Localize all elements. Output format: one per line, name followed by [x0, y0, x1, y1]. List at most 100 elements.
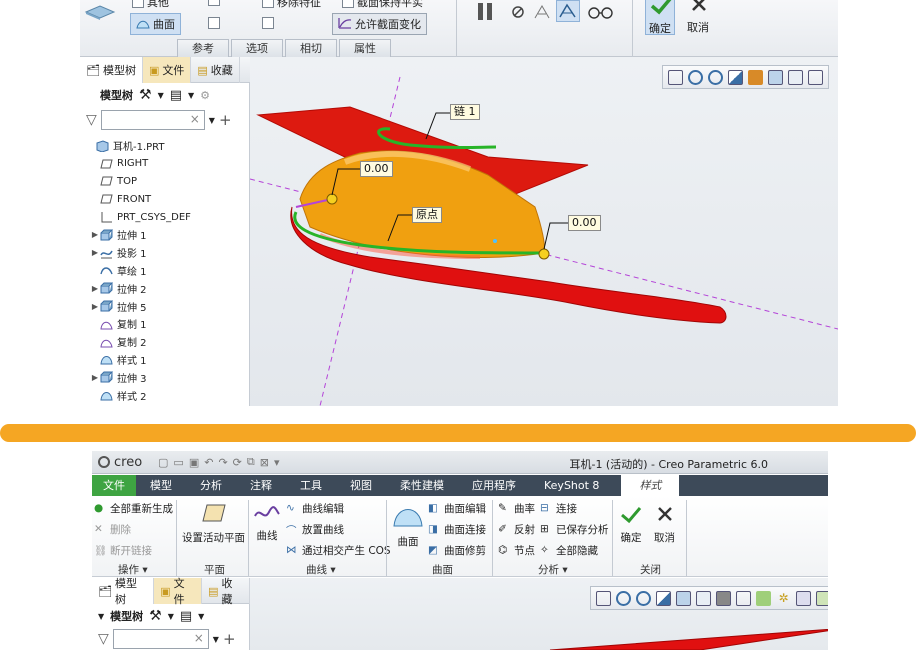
tree-item[interactable]: 耳机-1.PRT	[80, 137, 250, 155]
tree-item[interactable]: 复制 2	[80, 333, 250, 351]
chevron-down-icon[interactable]: ▼	[98, 612, 104, 621]
expand-arrow-icon[interactable]: ▶	[90, 284, 100, 293]
tab-tools[interactable]: 工具	[286, 475, 336, 496]
tree-item[interactable]: ▶ 拉伸 1	[80, 226, 250, 244]
tab-favorites[interactable]: ▤ 收藏	[191, 57, 240, 83]
no-preview-icon[interactable]	[510, 4, 526, 20]
curve-button[interactable]: 曲线	[254, 506, 280, 543]
add-icon[interactable]: +	[223, 630, 236, 648]
expand-arrow-icon[interactable]: ▶	[90, 248, 100, 257]
filter-icon[interactable]: ▽	[98, 631, 109, 647]
tree-item[interactable]: 复制 1	[80, 315, 250, 333]
keep-section-flat-option[interactable]: 截面保持平实	[342, 0, 423, 10]
tree-item[interactable]: 样式 2	[80, 386, 250, 404]
filter-icon[interactable]: ▽	[86, 112, 97, 128]
origin-label[interactable]: 原点	[412, 207, 442, 223]
regenerate-icon[interactable]: ⟳	[233, 456, 242, 469]
chain-label[interactable]: 链 1	[450, 104, 480, 120]
ok-button[interactable]: 确定	[645, 0, 675, 35]
open-icon[interactable]: ▭	[173, 456, 183, 469]
option-checkbox-1[interactable]	[208, 0, 220, 6]
chevron-down-icon[interactable]: ▼	[213, 635, 219, 644]
redo-icon[interactable]: ↷	[218, 456, 227, 469]
cancel-button-bottom[interactable]: 取消	[654, 506, 675, 545]
chevron-down-icon[interactable]: ▼	[209, 116, 215, 125]
tree-item[interactable]: 草绘 1	[80, 262, 250, 280]
tree-settings-icon[interactable]: ⚒	[139, 87, 152, 103]
tab-files[interactable]: ▣ 文件	[142, 57, 192, 83]
tab-model-tree[interactable]: 🗂︎ 模型树	[92, 577, 155, 606]
hide-all-button[interactable]: ✧ 全部隐藏	[540, 543, 598, 558]
tree-settings-icon[interactable]: ⚒	[149, 608, 162, 624]
anchor-point-2[interactable]	[538, 248, 550, 260]
node-button[interactable]: ⌬ 节点	[498, 543, 535, 558]
surface-button[interactable]: 曲面	[130, 13, 181, 35]
tab-view[interactable]: 视图	[336, 475, 386, 496]
surface-create-button[interactable]: 曲面	[392, 502, 424, 549]
tab-tangency[interactable]: 相切	[285, 39, 337, 57]
tab-keyshot[interactable]: KeyShot 8	[530, 475, 613, 496]
customize-icon[interactable]: ▾	[274, 456, 280, 469]
curve-edit-button[interactable]: ∿ 曲线编辑	[286, 501, 344, 516]
glasses-icon[interactable]	[588, 4, 614, 20]
cancel-button[interactable]: 取消	[684, 0, 714, 35]
new-icon[interactable]: ▢	[158, 456, 168, 469]
tree-item[interactable]: TOP	[80, 173, 250, 191]
save-icon[interactable]: ▣	[189, 456, 199, 469]
close-window-icon[interactable]: ⊠	[260, 456, 269, 469]
pause-icon[interactable]	[476, 2, 496, 22]
tab-references[interactable]: 参考	[177, 39, 229, 57]
surface-trim-button[interactable]: ◩ 曲面修剪	[428, 543, 486, 558]
chevron-down-icon[interactable]: ▼	[158, 91, 164, 100]
delete-button[interactable]: ✕ 删除	[94, 522, 131, 537]
tab-files[interactable]: ▣ 文件	[154, 577, 203, 606]
tree-filter-icon[interactable]: ⚙	[200, 89, 210, 102]
clear-icon[interactable]: ×	[190, 112, 200, 126]
set-active-plane-button[interactable]: 设置活动平面	[182, 502, 245, 545]
ok-button-bottom[interactable]: 确定	[620, 506, 642, 545]
tree-item[interactable]: ▶ 拉伸 2	[80, 279, 250, 297]
cos-button[interactable]: ⋈ 通过相交产生 COS	[286, 543, 391, 558]
surface-connect-button[interactable]: ◨ 曲面连接	[428, 522, 486, 537]
tree-item[interactable]: ▶ 拉伸 5	[80, 297, 250, 315]
show-icon[interactable]: ▤	[170, 88, 182, 103]
group-curves-label[interactable]: 曲线 ▾	[306, 562, 336, 577]
reflect-button[interactable]: ✐ 反射	[498, 522, 535, 537]
tab-options[interactable]: 选项	[231, 39, 283, 57]
dimension-label-1[interactable]: 0.00	[360, 161, 393, 177]
tree-item[interactable]: FRONT	[80, 190, 250, 208]
undo-icon[interactable]: ↶	[204, 456, 213, 469]
dimension-label-2[interactable]: 0.00	[568, 215, 601, 231]
option-checkbox-2[interactable]	[208, 17, 220, 29]
graphics-area-bottom[interactable]: ✲	[250, 578, 828, 650]
tab-file[interactable]: 文件	[92, 475, 136, 496]
tree-item[interactable]: ▶ 投影 1	[80, 244, 250, 262]
tab-analysis[interactable]: 分析	[186, 475, 236, 496]
saved-analysis-button[interactable]: ⊞ 已保存分析	[540, 522, 609, 537]
tree-item[interactable]: RIGHT	[80, 155, 250, 173]
verify-preview-icon[interactable]	[556, 0, 580, 22]
expand-arrow-icon[interactable]: ▶	[90, 373, 100, 382]
search-input[interactable]: ×	[112, 629, 209, 649]
tab-model-tree[interactable]: 🗂︎ 模型树	[80, 57, 143, 83]
tab-model[interactable]: 模型	[136, 475, 186, 496]
remove-feature-option[interactable]: 移除特征	[262, 0, 321, 10]
tab-favorites[interactable]: ▤ 收藏	[202, 577, 251, 606]
group-analysis-label[interactable]: 分析 ▾	[538, 562, 568, 577]
chevron-down-icon[interactable]: ▼	[188, 91, 194, 100]
chevron-down-icon[interactable]: ▼	[198, 612, 204, 621]
show-icon[interactable]: ▤	[180, 609, 192, 624]
connect-analysis-button[interactable]: ⊟ 连接	[540, 501, 577, 516]
anchor-point-1[interactable]	[326, 193, 338, 205]
regenerate-all-button[interactable]: ● 全部重新生成	[94, 501, 173, 516]
windows-icon[interactable]: ⧉	[247, 455, 255, 469]
expand-arrow-icon[interactable]: ▶	[90, 230, 100, 239]
break-link-button[interactable]: ⛓ 断开链接	[94, 543, 152, 558]
tree-item[interactable]: 样式 1	[80, 351, 250, 369]
tab-annotate[interactable]: 注释	[236, 475, 286, 496]
drop-curve-button[interactable]: ⌒ 放置曲线	[286, 522, 344, 537]
add-icon[interactable]: +	[219, 111, 232, 129]
preview-icon[interactable]	[533, 3, 551, 21]
tree-item[interactable]: ▶ 拉伸 3	[80, 368, 250, 386]
allow-section-change-button[interactable]: 允许截面变化	[332, 13, 427, 35]
